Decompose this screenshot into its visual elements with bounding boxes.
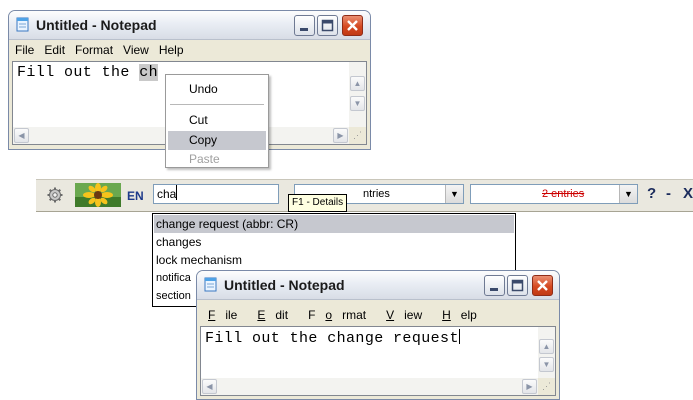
help-button[interactable]: ? bbox=[647, 185, 656, 202]
details-tooltip: F1 - Details bbox=[288, 194, 348, 212]
notepad-app-icon bbox=[16, 17, 29, 32]
close-toolbar-button[interactable]: X bbox=[683, 185, 693, 202]
close-icon bbox=[347, 20, 358, 31]
scroll-right-button[interactable]: ▶ bbox=[522, 379, 537, 394]
menu-edit[interactable]: Edit bbox=[39, 43, 70, 57]
menu-file[interactable]: File bbox=[198, 308, 247, 322]
resize-grip-icon[interactable]: ⋰ bbox=[349, 127, 366, 144]
text-editor[interactable]: Fill out the change request ▲ ▼ ◀ ▶ ⋰ bbox=[200, 326, 556, 396]
editor-text: Fill out the change request bbox=[205, 329, 460, 347]
context-paste: Paste bbox=[189, 152, 220, 166]
menu-bar: File Edit Format View Help bbox=[10, 40, 369, 59]
menu-help[interactable]: Help bbox=[154, 43, 189, 57]
scroll-left-button[interactable]: ◀ bbox=[14, 128, 29, 143]
suggestion-item[interactable]: changes bbox=[154, 233, 514, 251]
text-caret bbox=[458, 329, 460, 344]
title-bar[interactable]: Untitled - Notepad bbox=[197, 271, 559, 300]
sunflower-logo-icon bbox=[75, 183, 121, 207]
close-button[interactable] bbox=[342, 15, 363, 36]
resize-grip-icon[interactable]: ⋰ bbox=[538, 378, 555, 395]
menu-edit[interactable]: Edit bbox=[247, 308, 298, 322]
scroll-up-button[interactable]: ▲ bbox=[350, 76, 365, 91]
menu-format[interactable]: Format bbox=[298, 308, 376, 322]
selected-text: ch bbox=[139, 64, 159, 81]
text-caret bbox=[176, 185, 178, 200]
maximize-icon bbox=[321, 19, 334, 32]
maximize-icon bbox=[511, 279, 524, 292]
entries-dropdown-2[interactable]: 2 entries ▼ bbox=[470, 184, 638, 204]
gear-icon[interactable] bbox=[47, 187, 63, 203]
scroll-left-button[interactable]: ◀ bbox=[202, 379, 217, 394]
language-label[interactable]: EN bbox=[127, 189, 144, 203]
context-menu: Undo Cut Copy Paste bbox=[165, 74, 269, 168]
window-title: Untitled - Notepad bbox=[36, 17, 157, 33]
menu-view[interactable]: View bbox=[376, 308, 432, 322]
context-separator bbox=[170, 104, 264, 105]
vertical-scrollbar[interactable]: ▲ ▼ bbox=[538, 327, 555, 378]
vertical-scrollbar[interactable]: ▲ ▼ bbox=[349, 62, 366, 127]
title-bar[interactable]: Untitled - Notepad bbox=[9, 11, 370, 40]
menu-bar: File Edit Format View Help bbox=[198, 305, 558, 324]
menu-help[interactable]: Help bbox=[432, 308, 487, 322]
context-cut[interactable]: Cut bbox=[168, 111, 266, 130]
close-button[interactable] bbox=[532, 275, 553, 296]
chevron-down-icon[interactable]: ▼ bbox=[619, 185, 637, 203]
scroll-up-button[interactable]: ▲ bbox=[539, 339, 554, 354]
search-input[interactable]: cha bbox=[153, 184, 279, 204]
notepad-window-bottom: Untitled - Notepad File Edit Fo rmat View… bbox=[196, 270, 560, 400]
minimize-icon bbox=[490, 288, 498, 291]
menu-view[interactable]: View bbox=[118, 43, 154, 57]
editor-text: Fill out the ch bbox=[17, 64, 159, 81]
window-title: Untitled - Notepad bbox=[224, 277, 345, 293]
scroll-down-button[interactable]: ▼ bbox=[350, 96, 365, 111]
minimize-button[interactable] bbox=[294, 15, 315, 36]
scroll-right-button[interactable]: ▶ bbox=[333, 128, 348, 143]
chevron-down-icon[interactable]: ▼ bbox=[445, 185, 463, 203]
close-icon bbox=[537, 280, 548, 291]
minimize-icon bbox=[300, 28, 308, 31]
suggestion-item[interactable]: change request (abbr: CR) bbox=[154, 215, 514, 233]
maximize-button[interactable] bbox=[507, 275, 528, 296]
horizontal-scrollbar[interactable]: ◀ ▶ bbox=[201, 378, 538, 395]
context-undo[interactable]: Undo bbox=[168, 80, 266, 99]
suggestion-item[interactable]: lock mechanism bbox=[154, 251, 514, 269]
minimize-toolbar-button[interactable]: - bbox=[666, 185, 671, 202]
minimize-button[interactable] bbox=[484, 275, 505, 296]
lookup-toolbar: EN cha ntries ▼ 2 entries ▼ ? - X bbox=[36, 179, 693, 212]
maximize-button[interactable] bbox=[317, 15, 338, 36]
scroll-down-button[interactable]: ▼ bbox=[539, 357, 554, 372]
notepad-app-icon bbox=[204, 277, 217, 292]
menu-format[interactable]: Format bbox=[70, 43, 118, 57]
context-copy[interactable]: Copy bbox=[168, 131, 266, 150]
menu-file[interactable]: File bbox=[10, 43, 39, 57]
